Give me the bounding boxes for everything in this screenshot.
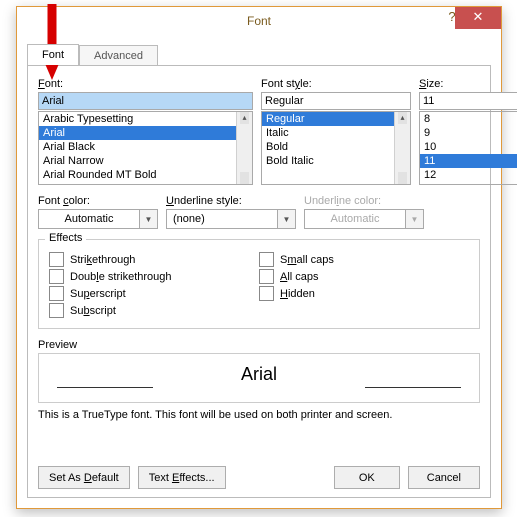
- preview-box: Arial: [38, 353, 480, 403]
- underline-color-select: Automatic ▼: [304, 209, 424, 229]
- cancel-button[interactable]: Cancel: [408, 466, 480, 489]
- style-option[interactable]: Bold: [262, 140, 395, 154]
- style-label: Font style:: [261, 78, 411, 90]
- small-caps-checkbox[interactable]: Small caps: [259, 252, 469, 267]
- font-color-select[interactable]: Automatic ▼: [38, 209, 158, 229]
- size-option[interactable]: 12: [420, 168, 517, 182]
- set-as-default-button[interactable]: Set As Default: [38, 466, 130, 489]
- ok-button[interactable]: OK: [334, 466, 400, 489]
- subscript-checkbox[interactable]: Subscript: [49, 303, 259, 318]
- preview-label: Preview: [38, 339, 480, 351]
- style-option[interactable]: Italic: [262, 126, 395, 140]
- font-color-label: Font color:: [38, 195, 158, 207]
- double-strikethrough-checkbox[interactable]: Double strikethrough: [49, 269, 259, 284]
- underline-style-select[interactable]: (none) ▼: [166, 209, 296, 229]
- size-option[interactable]: 10: [420, 140, 517, 154]
- chevron-down-icon[interactable]: ▼: [278, 209, 296, 229]
- font-option[interactable]: Arial: [39, 126, 237, 140]
- chevron-down-icon: ▼: [406, 209, 424, 229]
- size-option[interactable]: 9: [420, 126, 517, 140]
- dialog-title: Font: [17, 7, 501, 35]
- font-hint: This is a TrueType font. This font will …: [38, 409, 480, 421]
- font-option[interactable]: Arabic Typesetting: [39, 112, 237, 126]
- style-option[interactable]: Regular: [262, 112, 395, 126]
- size-option[interactable]: 8: [420, 112, 517, 126]
- effects-legend: Effects: [45, 232, 86, 244]
- all-caps-checkbox[interactable]: All caps: [259, 269, 469, 284]
- titlebar: Font ? ✕: [17, 7, 501, 36]
- font-option[interactable]: Arial Narrow: [39, 154, 237, 168]
- effects-group: Effects Strikethrough Double strikethrou…: [38, 239, 480, 329]
- font-input[interactable]: [38, 92, 253, 110]
- font-listbox[interactable]: Arabic Typesetting Arial Arial Black Ari…: [38, 111, 253, 185]
- style-input[interactable]: [261, 92, 411, 110]
- preview-text: Arial: [39, 364, 479, 385]
- style-listbox[interactable]: Regular Italic Bold Bold Italic ▴▾: [261, 111, 411, 185]
- font-tab-panel: Font: Arabic Typesetting Arial Arial Bla…: [27, 66, 491, 498]
- font-label: Font:: [38, 78, 253, 90]
- scrollbar[interactable]: ▴▾: [394, 112, 410, 184]
- tab-font[interactable]: Font: [27, 44, 79, 65]
- font-dialog: Font ? ✕ FontAdvanced Font: Arabic Types…: [16, 6, 502, 509]
- font-option[interactable]: Arial Rounded MT Bold: [39, 168, 237, 182]
- strikethrough-checkbox[interactable]: Strikethrough: [49, 252, 259, 267]
- size-option[interactable]: 11: [420, 154, 517, 168]
- style-option[interactable]: Bold Italic: [262, 154, 395, 168]
- close-button[interactable]: ✕: [455, 7, 501, 29]
- underline-style-label: Underline style:: [166, 195, 296, 207]
- underline-color-label: Underline color:: [304, 195, 424, 207]
- scrollbar[interactable]: ▴▾: [236, 112, 252, 184]
- tab-strip: FontAdvanced: [27, 44, 158, 65]
- font-option[interactable]: Arial Black: [39, 140, 237, 154]
- hidden-checkbox[interactable]: Hidden: [259, 286, 469, 301]
- size-input[interactable]: [419, 92, 517, 110]
- text-effects-button[interactable]: Text Effects...: [138, 466, 226, 489]
- size-listbox[interactable]: 8 9 10 11 12 ▴▾: [419, 111, 517, 185]
- preview-section: Preview Arial This is a TrueType font. T…: [38, 339, 480, 421]
- tab-advanced[interactable]: Advanced: [79, 45, 158, 66]
- size-label: Size:: [419, 78, 517, 90]
- superscript-checkbox[interactable]: Superscript: [49, 286, 259, 301]
- chevron-down-icon[interactable]: ▼: [140, 209, 158, 229]
